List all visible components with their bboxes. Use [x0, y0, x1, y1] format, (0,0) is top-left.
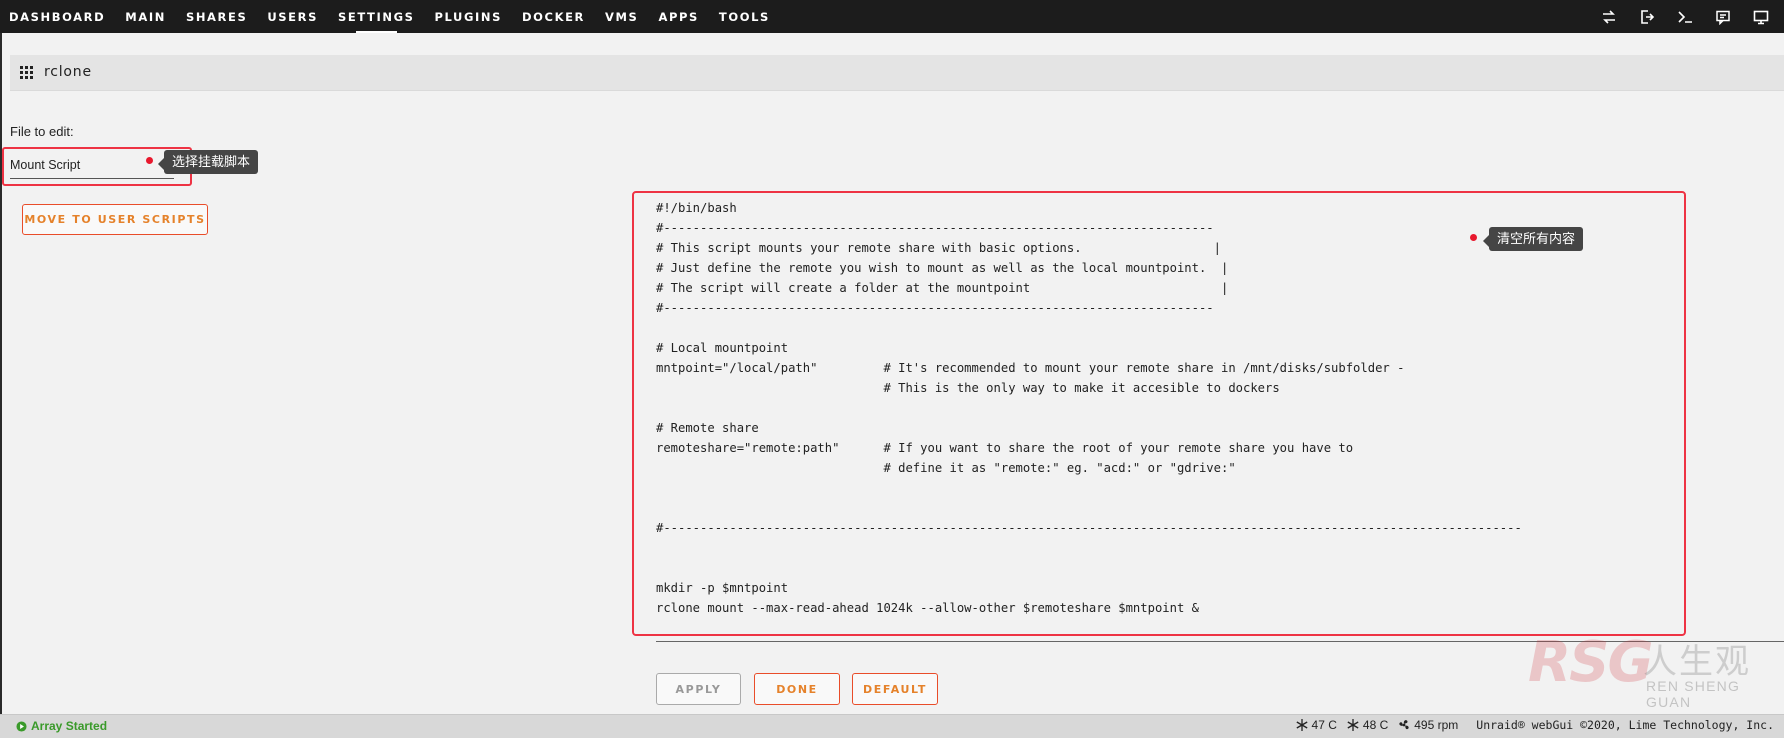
copyright-text: Unraid® webGui ©2020, Lime Technology, I… [1476, 718, 1774, 732]
annotation-dot-editor [1470, 234, 1477, 241]
watermark-chinese: 人生观 [1643, 643, 1751, 681]
logout-icon[interactable] [1636, 8, 1658, 26]
move-to-user-scripts-button[interactable]: MOVE TO USER SCRIPTS [22, 204, 208, 235]
nav-settings[interactable]: SETTINGS [338, 10, 415, 33]
watermark: RSG 人生观 REN SHENG GUAN [1528, 630, 1784, 710]
nav-dashboard[interactable]: DASHBOARD [9, 10, 105, 24]
nav-docker[interactable]: DOCKER [522, 10, 585, 24]
apply-button[interactable]: APPLY [656, 673, 741, 705]
section-title: rclone [44, 64, 92, 80]
temp-value-2: 48 C [1362, 718, 1389, 732]
fan-speed: 495 rpm [1414, 718, 1459, 732]
grid-icon [20, 66, 33, 79]
main-menu: DASHBOARD MAIN SHARES USERS SETTINGS PLU… [9, 0, 790, 33]
window-edge [0, 33, 2, 737]
nav-main[interactable]: MAIN [125, 10, 166, 24]
script-editor[interactable]: #!/bin/bash #---------------------------… [656, 198, 1522, 618]
top-navigation: DASHBOARD MAIN SHARES USERS SETTINGS PLU… [0, 0, 1784, 33]
terminal-icon[interactable] [1674, 8, 1696, 26]
nav-shares[interactable]: SHARES [186, 10, 247, 24]
nav-tools[interactable]: TOOLS [719, 10, 770, 24]
nav-icon-bar [1582, 0, 1772, 33]
section-header: rclone [10, 55, 1784, 91]
array-status: Array Started [16, 719, 107, 733]
temp-reading-2: 48 C [1347, 718, 1388, 732]
annotation-tip-select: 选择挂载脚本 [157, 150, 259, 174]
snowflake-icon [1296, 719, 1308, 731]
swap-icon[interactable] [1598, 8, 1620, 26]
status-footer: Array Started 47 C 48 C 495 rpm Unraid® … [0, 714, 1784, 738]
annotation-tip-editor: 清空所有内容 [1482, 227, 1584, 251]
array-status-text: Array Started [31, 719, 108, 733]
done-button[interactable]: DONE [754, 673, 840, 705]
feedback-icon[interactable] [1712, 8, 1734, 26]
temp-reading-1: 47 C [1296, 718, 1337, 732]
fan-icon [1399, 720, 1409, 730]
play-circle-icon [16, 720, 27, 732]
monitor-icon[interactable] [1750, 8, 1772, 26]
nav-vms[interactable]: VMS [605, 10, 638, 24]
fan-reading: 495 rpm [1398, 718, 1458, 732]
default-button[interactable]: DEFAULT [852, 673, 938, 705]
nav-users[interactable]: USERS [267, 10, 318, 24]
temp-value-1: 47 C [1311, 718, 1337, 732]
footer-stats: 47 C 48 C 495 rpm Unraid® webGui ©2020, … [1286, 718, 1774, 732]
nav-apps[interactable]: APPS [658, 10, 698, 24]
snowflake-icon [1347, 719, 1359, 731]
nav-plugins[interactable]: PLUGINS [435, 10, 503, 24]
watermark-logo: RSG [1528, 630, 1653, 695]
watermark-english: REN SHENG GUAN [1646, 678, 1741, 710]
file-to-edit-label: File to edit: [10, 124, 74, 139]
annotation-dot-select [146, 157, 153, 164]
